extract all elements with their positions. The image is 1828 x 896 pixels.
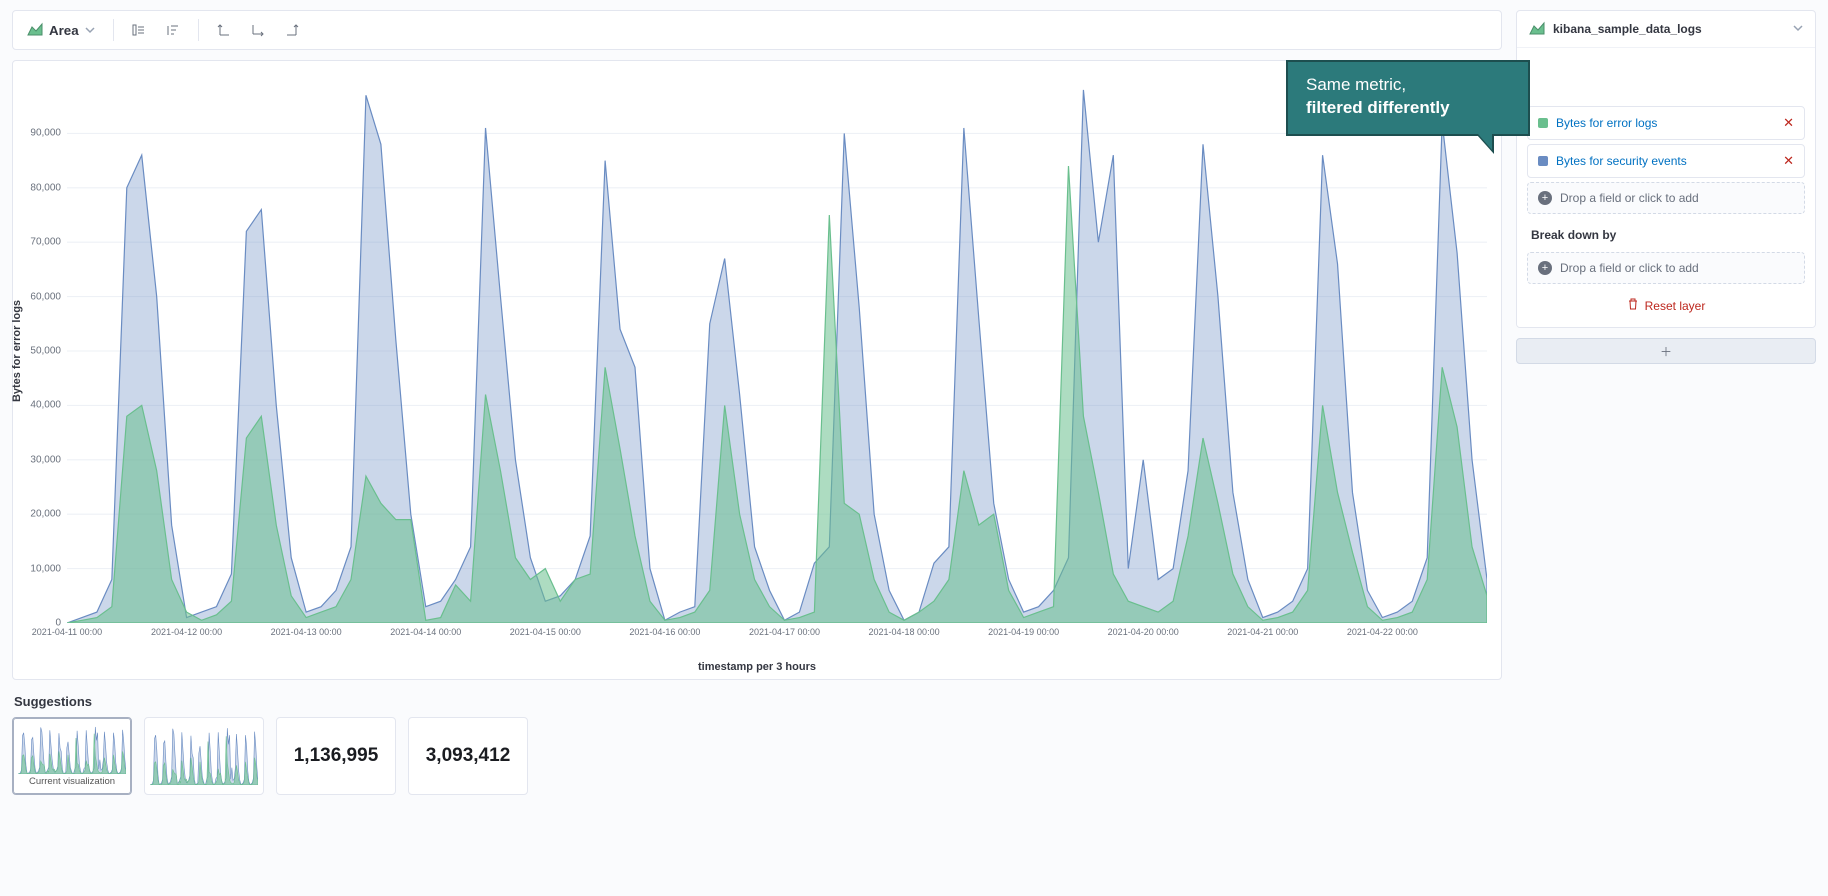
x-tick-label: 2021-04-13 00:00: [271, 627, 342, 637]
legend-position-button[interactable]: [126, 17, 152, 43]
y-tick-label: 30,000: [30, 454, 61, 465]
callout-line1: Same metric,: [1306, 75, 1406, 94]
toolbar-divider: [198, 19, 199, 41]
y-axis: Bytes for error logs 010,00020,00030,000…: [13, 79, 67, 623]
suggestion-metric-value: 3,093,412: [426, 745, 511, 767]
x-axis-title: timestamp per 3 hours: [13, 661, 1501, 673]
plus-circle-icon: +: [1538, 261, 1552, 275]
suggestion-metric-value: 1,136,995: [294, 745, 379, 767]
dropzone-label: Drop a field or click to add: [1560, 261, 1699, 275]
chart-type-selector[interactable]: Area: [21, 18, 101, 42]
suggestion-thumb-icon: [18, 726, 126, 774]
remove-metric-icon[interactable]: ✕: [1783, 115, 1794, 131]
chevron-down-icon: [85, 23, 95, 38]
bottom-axis-button[interactable]: [245, 17, 271, 43]
metric-pill-security-events[interactable]: Bytes for security events ✕: [1527, 144, 1805, 178]
chart-plot-area[interactable]: [67, 79, 1487, 623]
dropzone-label: Drop a field or click to add: [1560, 191, 1699, 205]
chart-toolbar: Area: [12, 10, 1502, 50]
y-axis-title: Bytes for error logs: [11, 300, 23, 402]
x-tick-label: 2021-04-22 00:00: [1347, 627, 1418, 637]
add-breakdown-dropzone[interactable]: + Drop a field or click to add: [1527, 252, 1805, 284]
y-tick-label: 60,000: [30, 291, 61, 302]
x-axis: 2021-04-11 00:002021-04-12 00:002021-04-…: [67, 623, 1487, 651]
area-plot-svg: [67, 79, 1487, 623]
y-tick-label: 80,000: [30, 182, 61, 193]
area-chart-icon: [1529, 21, 1545, 37]
y-tick-label: 10,000: [30, 563, 61, 574]
y-tick-label: 50,000: [30, 346, 61, 357]
chart-panel: Bytes for error logs Bytes for security …: [12, 60, 1502, 680]
chevron-down-icon: [1793, 22, 1803, 36]
suggestion-alt-1[interactable]: [144, 717, 264, 795]
remove-metric-icon[interactable]: ✕: [1783, 153, 1794, 169]
suggestion-current[interactable]: Current visualization: [12, 717, 132, 795]
breakdown-heading: Break down by: [1525, 218, 1807, 248]
suggestion-metric-2[interactable]: 3,093,412: [408, 717, 528, 795]
chart-type-label: Area: [49, 23, 79, 38]
suggestions-row: Current visualization 1,136,995 3,093,41…: [12, 717, 1502, 795]
x-tick-label: 2021-04-21 00:00: [1227, 627, 1298, 637]
metric-pill-error-logs[interactable]: Bytes for error logs ✕: [1527, 106, 1805, 140]
plus-icon: ＋: [1660, 343, 1672, 360]
trash-icon: [1627, 298, 1639, 313]
y-tick-label: 90,000: [30, 128, 61, 139]
x-tick-label: 2021-04-17 00:00: [749, 627, 820, 637]
index-pattern-selector[interactable]: kibana_sample_data_logs: [1517, 11, 1815, 48]
callout-line2: filtered differently: [1306, 98, 1450, 117]
index-pattern-name: kibana_sample_data_logs: [1553, 22, 1702, 36]
x-tick-label: 2021-04-19 00:00: [988, 627, 1059, 637]
y-tick-label: 20,000: [30, 509, 61, 520]
reset-layer-button[interactable]: Reset layer: [1525, 288, 1807, 317]
y-tick-label: 40,000: [30, 400, 61, 411]
plus-circle-icon: +: [1538, 191, 1552, 205]
y-tick-label: 70,000: [30, 237, 61, 248]
suggestion-thumb-icon: [150, 727, 258, 785]
x-tick-label: 2021-04-12 00:00: [151, 627, 222, 637]
color-swatch-icon: [1538, 156, 1548, 166]
reset-layer-label: Reset layer: [1645, 299, 1706, 313]
toolbar-divider: [113, 19, 114, 41]
metric-pill-label: Bytes for security events: [1556, 154, 1687, 168]
x-tick-label: 2021-04-11 00:00: [32, 627, 102, 637]
suggestion-metric-1[interactable]: 1,136,995: [276, 717, 396, 795]
area-chart-icon: [27, 22, 43, 38]
suggestions-heading: Suggestions: [14, 694, 1502, 709]
color-swatch-icon: [1538, 118, 1548, 128]
annotation-callout: Same metric, filtered differently: [1286, 60, 1530, 136]
add-layer-button[interactable]: ＋: [1516, 338, 1816, 364]
suggestion-label: Current visualization: [29, 776, 115, 787]
layer-panel: kibana_sample_data_logs Vertical axis By…: [1516, 10, 1816, 328]
axis-settings-button[interactable]: [160, 17, 186, 43]
x-tick-label: 2021-04-20 00:00: [1108, 627, 1179, 637]
add-metric-dropzone[interactable]: + Drop a field or click to add: [1527, 182, 1805, 214]
right-axis-button[interactable]: [279, 17, 305, 43]
x-tick-label: 2021-04-14 00:00: [390, 627, 461, 637]
left-axis-button[interactable]: [211, 17, 237, 43]
x-tick-label: 2021-04-18 00:00: [869, 627, 940, 637]
x-tick-label: 2021-04-16 00:00: [629, 627, 700, 637]
metric-pill-label: Bytes for error logs: [1556, 116, 1657, 130]
x-tick-label: 2021-04-15 00:00: [510, 627, 581, 637]
